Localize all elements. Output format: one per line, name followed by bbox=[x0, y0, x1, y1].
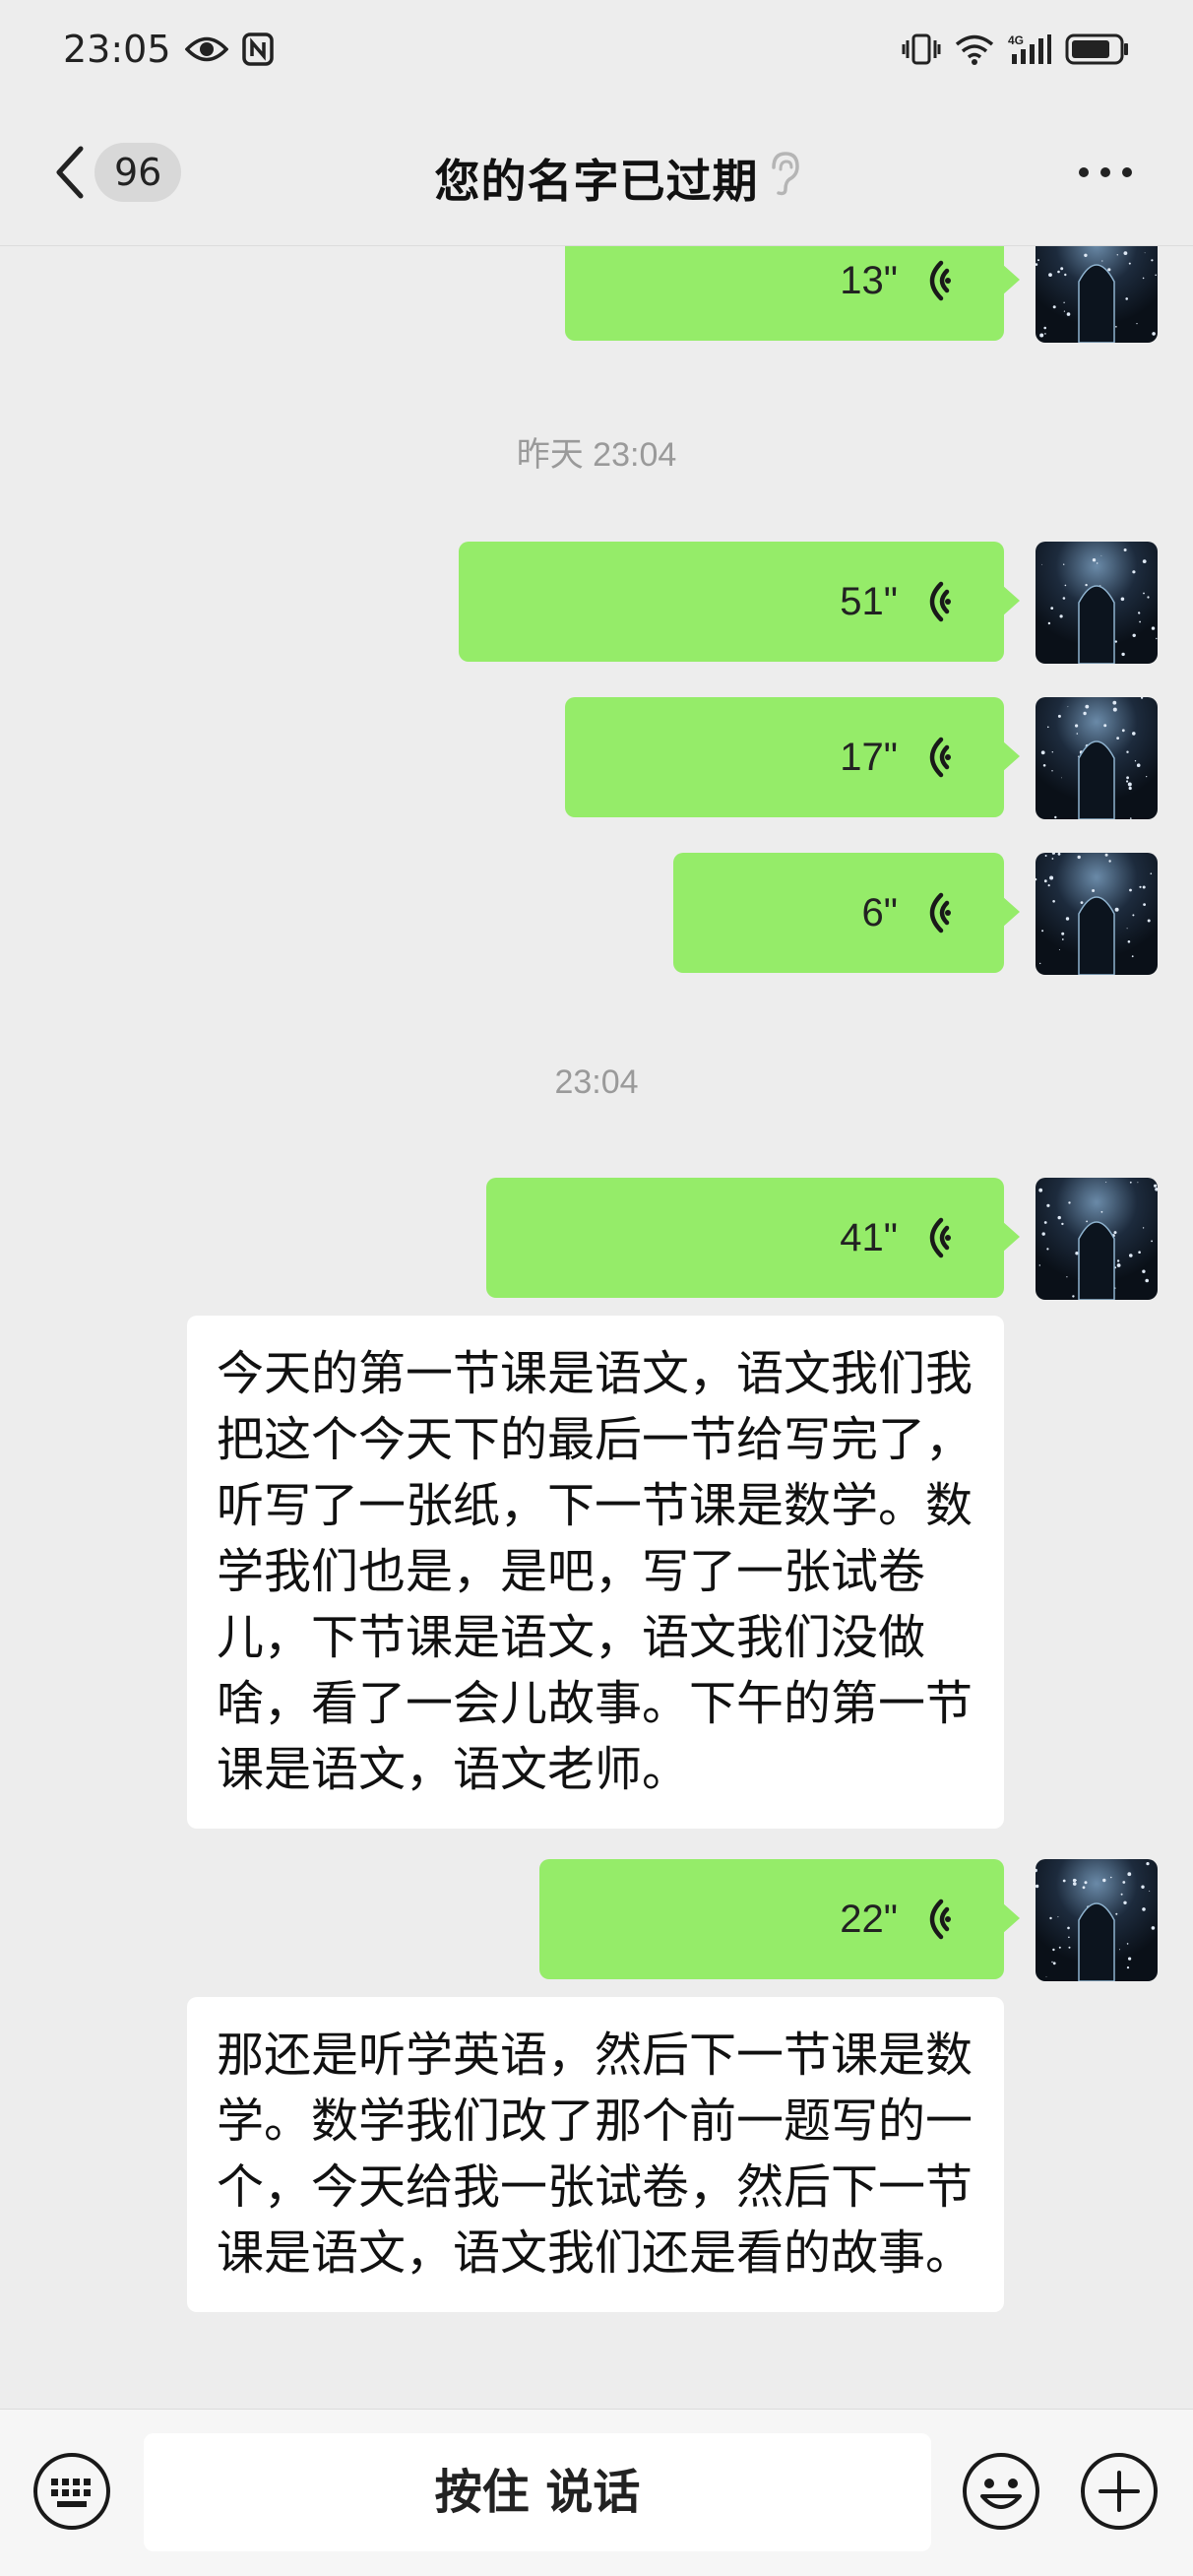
emoji-button[interactable] bbox=[961, 2451, 1041, 2532]
more-icon bbox=[1079, 167, 1089, 177]
voice-duration: 17" bbox=[840, 735, 898, 779]
avatar-image bbox=[1040, 697, 1148, 819]
avatar-image bbox=[1041, 548, 1158, 664]
keyboard-toggle-button[interactable] bbox=[31, 2451, 112, 2532]
status-bar: 23:05 4G bbox=[0, 0, 1193, 98]
keyboard-icon bbox=[33, 2453, 110, 2530]
voice-duration: 41" bbox=[840, 1215, 898, 1259]
voice-message[interactable]: 51" bbox=[459, 542, 1020, 662]
status-time: 23:05 bbox=[63, 28, 171, 71]
voice-message[interactable]: 13" bbox=[565, 246, 1020, 341]
input-bar: 按住 说话 bbox=[0, 2409, 1193, 2576]
avatar[interactable] bbox=[1036, 697, 1158, 819]
avatar-image bbox=[1036, 853, 1153, 975]
voice-wave-icon bbox=[929, 737, 951, 778]
vibrate-icon bbox=[902, 33, 941, 65]
voice-wave-icon bbox=[929, 260, 951, 301]
voice-wave-icon bbox=[929, 1899, 951, 1940]
avatar[interactable] bbox=[1036, 1859, 1158, 1981]
chat-header: 96 您的名字已过期 bbox=[0, 98, 1193, 246]
avatar[interactable] bbox=[1036, 246, 1158, 343]
timestamp: 昨天 23:04 bbox=[516, 436, 677, 474]
voice-wave-icon bbox=[929, 581, 951, 622]
voice-transcript[interactable]: 那还是听学英语，然后下一节课是数学。数学我们改了那个前一题写的一个，今天给我一张… bbox=[187, 1997, 1004, 2312]
signal-4g-icon: 4G bbox=[1008, 33, 1051, 64]
voice-wave-icon bbox=[929, 892, 951, 934]
nfc-icon bbox=[241, 32, 274, 66]
voice-duration: 51" bbox=[840, 579, 898, 623]
chat-title: 您的名字已过期 bbox=[434, 155, 759, 208]
avatar-image bbox=[1038, 1181, 1158, 1300]
avatar-image bbox=[1036, 1862, 1156, 1981]
more-button[interactable] bbox=[1079, 158, 1138, 187]
svg-text:4G: 4G bbox=[1008, 33, 1024, 47]
hold-to-talk-button[interactable]: 按住 说话 bbox=[144, 2433, 931, 2551]
voice-transcript[interactable]: 今天的第一节课是语文，语文我们我把这个今天下的最后一节给写完了，听写了一张纸，下… bbox=[187, 1316, 1004, 1829]
message-list[interactable]: 13" 昨天 23:04 51" 17" 6" 23:04 41" 今天的第一节… bbox=[0, 246, 1193, 2409]
wifi-icon bbox=[955, 34, 994, 65]
battery-icon bbox=[1065, 33, 1128, 65]
voice-message[interactable]: 17" bbox=[565, 697, 1020, 817]
avatar[interactable] bbox=[1036, 542, 1158, 664]
more-actions-button[interactable] bbox=[1079, 2451, 1160, 2532]
status-right: 4G bbox=[902, 32, 1130, 66]
avatar[interactable] bbox=[1036, 1178, 1158, 1300]
voice-wave-icon bbox=[929, 1217, 951, 1258]
plus-icon bbox=[1081, 2453, 1158, 2530]
avatar-image bbox=[1036, 251, 1157, 343]
emoji-icon bbox=[963, 2453, 1039, 2530]
ear-icon bbox=[772, 152, 799, 196]
timestamp: 23:04 bbox=[554, 1063, 639, 1101]
voice-message[interactable]: 22" bbox=[539, 1859, 1020, 1979]
status-left: 23:05 bbox=[63, 28, 274, 71]
voice-duration: 13" bbox=[840, 258, 898, 302]
eye-icon bbox=[184, 36, 228, 62]
voice-duration: 22" bbox=[840, 1897, 898, 1941]
avatar[interactable] bbox=[1036, 853, 1158, 975]
voice-message[interactable]: 41" bbox=[486, 1178, 1020, 1298]
voice-message[interactable]: 6" bbox=[673, 853, 1020, 973]
voice-duration: 6" bbox=[861, 890, 898, 934]
